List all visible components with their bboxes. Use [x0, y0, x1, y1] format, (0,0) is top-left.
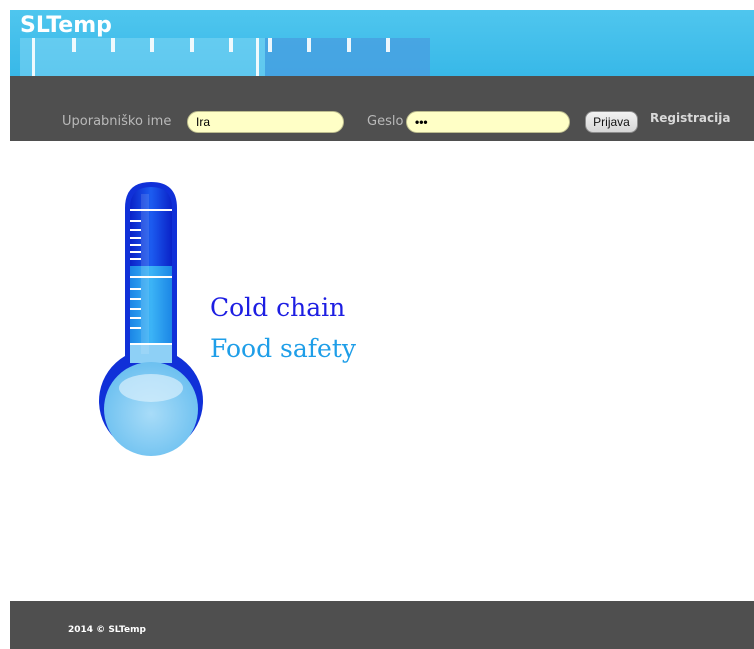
register-link[interactable]: Registracija	[650, 111, 730, 125]
username-input[interactable]: Ira	[187, 111, 344, 133]
header-banner: SLTemp	[10, 10, 754, 76]
site-logo[interactable]: SLTemp	[20, 13, 112, 38]
tagline-cold-chain: Cold chain	[210, 293, 346, 322]
login-button[interactable]: Prijava	[585, 111, 638, 133]
ruler-decoration	[20, 38, 430, 76]
copyright-text: 2014 © SLTemp	[68, 625, 146, 635]
footer: 2014 © SLTemp	[10, 601, 754, 649]
thermometer-image	[99, 182, 203, 456]
tagline-food-safety: Food safety	[210, 334, 356, 363]
password-input[interactable]: •••	[406, 111, 570, 133]
password-label: Geslo	[367, 114, 404, 129]
login-bar: Uporabniško ime Ira Geslo ••• Prijava Re…	[10, 76, 754, 141]
username-label: Uporabniško ime	[62, 114, 172, 129]
